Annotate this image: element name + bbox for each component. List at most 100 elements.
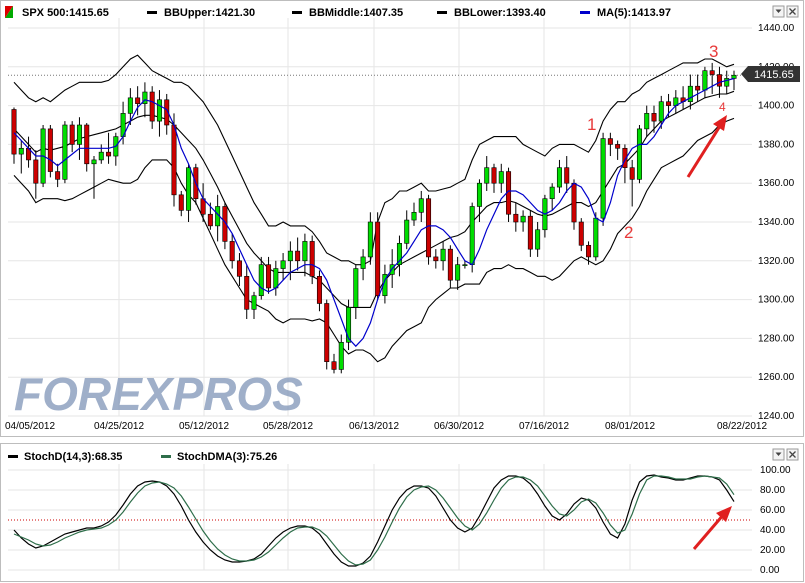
last-price-tag: 1415.65 <box>741 66 800 82</box>
legend-label: BBUpper:1421.30 <box>164 7 255 19</box>
candle-body-up <box>411 212 417 221</box>
candle-body-up <box>287 250 293 262</box>
x-tick-label: 08/22/2012 <box>717 421 767 432</box>
candle-body-down <box>666 101 672 106</box>
stoch-legend-label: StochD(14,3):68.35 <box>24 451 122 463</box>
candle-body-down <box>69 124 75 145</box>
candle-body-up <box>593 217 599 258</box>
candle-body-up <box>98 151 104 161</box>
candle-body-up <box>404 219 410 244</box>
candle-body-up <box>731 74 737 79</box>
legend-swatch <box>8 455 18 458</box>
annotation-1: 1 <box>587 115 596 134</box>
annotation-4: 4 <box>719 100 726 114</box>
candle <box>171 113 177 207</box>
main-y-tick-label: 1340.00 <box>758 217 795 228</box>
stoch-panel-frame <box>0 443 804 582</box>
date-x-axis: 04/05/2012 04/25/2012 05/12/2012 05/28/2012… <box>5 421 767 432</box>
candle-body-down <box>375 221 381 297</box>
candle-body-up <box>535 229 541 250</box>
candle-body-up <box>76 124 82 145</box>
candle-body-down <box>47 128 53 172</box>
candle-body-down <box>11 109 17 155</box>
candle-body-up <box>455 264 461 281</box>
candle-body-up <box>556 167 562 188</box>
candle-body-down <box>295 250 301 262</box>
candle-body-up <box>273 268 279 289</box>
candle <box>47 125 53 178</box>
candle-body-down <box>316 276 322 304</box>
legend-label: SPX 500:1415.65 <box>22 7 109 19</box>
candle-body-up <box>549 186 555 200</box>
candle-body-up <box>353 268 359 308</box>
x-tick-label: 04/05/2012 <box>5 421 55 432</box>
candle-body-up <box>600 138 606 219</box>
stoch-legend-label: StochDMA(3):75.26 <box>177 451 277 463</box>
candle-body-down <box>207 213 213 227</box>
candle-body-up <box>658 101 664 122</box>
forexpros-watermark: FOREXPROS <box>14 368 303 420</box>
candle-body-down <box>149 91 155 122</box>
stoch-close-icon[interactable] <box>786 448 799 461</box>
stoch-y-tick-label: 40.00 <box>760 525 785 536</box>
candle-body-down <box>84 124 90 165</box>
x-tick-label: 04/25/2012 <box>94 421 144 432</box>
candle-body-down <box>607 138 613 145</box>
candle-body-down <box>447 248 453 281</box>
candle-body-up <box>418 198 424 213</box>
candle <box>426 194 432 265</box>
legend-label: BBMiddle:1407.35 <box>309 7 403 19</box>
stoch-legend-item: StochDMA(3):75.26 <box>161 451 277 463</box>
x-tick-label: 07/16/2012 <box>519 421 569 432</box>
legend-label: MA(5):1413.97 <box>597 7 671 19</box>
legend-swatch <box>147 11 157 14</box>
price-chart: FOREXPROS 1440.001420.001400.001380.0013… <box>0 0 804 582</box>
candle-body-up <box>702 70 708 91</box>
candle-body-up <box>127 97 133 114</box>
legend-swatch <box>161 455 171 458</box>
candle-body-up <box>476 182 482 207</box>
candle-body-down <box>266 264 272 289</box>
legend-item: BBUpper:1421.30 <box>147 7 255 19</box>
candle <box>600 132 606 226</box>
candle-body-up <box>687 85 693 103</box>
legend-item: BBLower:1393.40 <box>437 7 546 19</box>
candle-body-up <box>91 159 97 165</box>
main-y-tick-label: 1320.00 <box>758 256 795 267</box>
main-y-tick-label: 1360.00 <box>758 178 795 189</box>
candle-body-down <box>426 198 432 258</box>
candle-body-down <box>695 85 701 91</box>
x-tick-label: 06/30/2012 <box>434 421 484 432</box>
stoch-y-tick-label: 80.00 <box>760 485 785 496</box>
annotation-3: 3 <box>709 42 718 61</box>
candle-body-up <box>258 264 264 297</box>
candle-body-up <box>156 99 162 122</box>
candle <box>571 179 577 230</box>
candle-body-down <box>651 113 657 122</box>
candle-body-up <box>360 256 366 269</box>
candle-body-down <box>433 256 439 262</box>
candle-body-down <box>615 144 621 149</box>
candle-body-up <box>18 147 24 155</box>
candle-body-down <box>244 276 250 310</box>
candle-body-down <box>578 221 584 246</box>
candle-body-up <box>520 215 526 223</box>
candle-body-down <box>55 171 61 180</box>
stoch-y-tick-label: 20.00 <box>760 545 785 556</box>
stoch-expand-icon[interactable] <box>772 448 785 461</box>
main-y-tick-label: 1440.00 <box>758 23 795 34</box>
candle-body-up <box>440 248 446 262</box>
close-icon[interactable] <box>786 5 799 18</box>
stoch-y-tick-label: 0.00 <box>760 565 780 576</box>
candle-body-down <box>527 215 533 250</box>
candle-body-up <box>469 206 475 265</box>
candle-body-up <box>636 128 642 180</box>
candle-body-up <box>462 264 468 266</box>
expand-icon[interactable] <box>772 5 785 18</box>
candle-body-up <box>367 221 373 258</box>
main-y-tick-label: 1280.00 <box>758 333 795 344</box>
main-y-tick-label: 1300.00 <box>758 295 795 306</box>
candle-body-up <box>186 167 192 211</box>
x-tick-label: 06/13/2012 <box>349 421 399 432</box>
stoch-y-tick-label: 100.00 <box>760 465 791 476</box>
